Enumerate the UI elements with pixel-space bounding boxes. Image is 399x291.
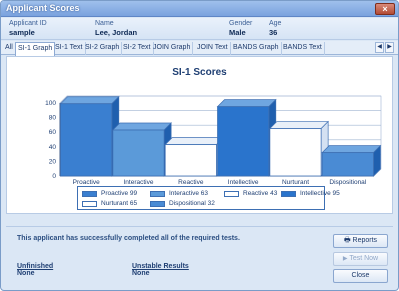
tab-join-graph[interactable]: JOIN Graph xyxy=(151,42,194,55)
bar-top xyxy=(321,145,382,153)
legend-entry: Reactive 43 xyxy=(243,190,278,197)
bar xyxy=(217,106,270,177)
x-tick-label: Dispositional xyxy=(329,179,366,186)
tab-si2-graph[interactable]: SI-2 Graph xyxy=(83,42,123,55)
legend-swatch xyxy=(224,191,239,197)
window-title: Applicant Scores xyxy=(6,3,80,13)
tab-si1-graph[interactable]: SI-1 Graph xyxy=(15,42,56,56)
age-label: Age xyxy=(269,20,282,27)
x-tick-label: Proactive xyxy=(73,179,100,186)
x-tick-label: Reactive xyxy=(178,179,204,186)
y-tick-label: 80 xyxy=(49,115,57,122)
close-button[interactable]: Close xyxy=(333,269,388,283)
bar-top xyxy=(112,122,172,131)
tab-scroll-left-icon[interactable]: ◀ xyxy=(375,42,384,53)
unfinished-block: Unfinished None xyxy=(17,263,53,277)
applicant-id-label: Applicant ID xyxy=(9,20,47,27)
gender-block: Gender Male xyxy=(229,20,252,37)
applicant-info-row: Applicant ID sample Name Lee, Jordan Gen… xyxy=(1,18,398,40)
tab-strip: All SI-1 Graph SI-1 Text SI-2 Graph SI-2… xyxy=(1,41,398,56)
printer-icon: 🖶 xyxy=(343,237,351,244)
legend-entry: Dispositional 32 xyxy=(169,200,215,207)
unfinished-label[interactable]: Unfinished xyxy=(17,263,53,270)
divider xyxy=(6,226,393,227)
y-tick-label: 0 xyxy=(52,173,56,180)
x-tick-label: Intellective xyxy=(228,179,259,186)
bar-top xyxy=(216,99,277,108)
chart-legend: Proactive 99 Interactive 63 Reactive 43 Int… xyxy=(77,186,340,210)
name-block: Name Lee, Jordan xyxy=(95,20,137,37)
legend-swatch xyxy=(150,201,165,207)
tab-bands-text[interactable]: BANDS Text xyxy=(281,42,325,55)
legend-swatch xyxy=(82,201,97,207)
legend-entry: Nurturant 65 xyxy=(101,200,138,207)
reports-button-label: Reports xyxy=(352,237,378,244)
unstable-results-label[interactable]: Unstable Results xyxy=(132,263,189,270)
applicant-id-block: Applicant ID sample xyxy=(9,20,47,37)
legend-entry: Intellective 95 xyxy=(300,190,340,197)
applicant-id-value: sample xyxy=(9,28,35,37)
name-label: Name xyxy=(95,20,114,27)
close-window-button[interactable]: × xyxy=(375,3,395,15)
reports-button[interactable]: 🖶 Reports xyxy=(333,234,388,248)
legend-swatch xyxy=(281,191,296,197)
y-tick-label: 100 xyxy=(45,100,56,107)
bar xyxy=(112,129,165,177)
chart-panel: SI-1 Scores 0 20 40 60 80 100 Proactive Interac… xyxy=(6,56,393,214)
title-bar[interactable]: Applicant Scores × xyxy=(1,1,398,17)
bar xyxy=(60,103,113,177)
completion-message: This applicant has successfully complete… xyxy=(17,235,240,242)
age-value: 36 xyxy=(269,28,278,37)
unfinished-value: None xyxy=(17,270,35,277)
y-tick-label: 60 xyxy=(49,129,57,136)
bar-top xyxy=(59,96,120,105)
test-now-button-label: Test Now xyxy=(349,255,379,262)
tab-bands-graph[interactable]: BANDS Graph xyxy=(231,42,282,55)
tab-all[interactable]: All xyxy=(3,42,16,55)
tab-si1-text[interactable]: SI-1 Text xyxy=(53,42,86,55)
bar xyxy=(321,152,374,177)
x-tick-label: Interactive xyxy=(124,179,154,186)
legend-swatch xyxy=(150,191,165,197)
age-block: Age 36 xyxy=(269,20,281,37)
y-tick-label: 20 xyxy=(49,158,57,165)
test-now-button[interactable]: ▶ Test Now xyxy=(333,252,388,266)
bar xyxy=(164,144,217,177)
tab-join-text[interactable]: JOIN Text xyxy=(195,42,231,55)
y-tick-label: 40 xyxy=(49,144,57,151)
legend-swatch xyxy=(82,191,97,197)
gender-label: Gender xyxy=(229,20,253,27)
bar-top xyxy=(269,121,329,129)
legend-entry: Interactive 63 xyxy=(169,190,209,197)
test-now-icon: ▶ xyxy=(342,256,348,262)
unstable-results-value: None xyxy=(132,270,150,277)
name-value: Lee, Jordan xyxy=(95,28,138,37)
gender-value: Male xyxy=(229,28,246,37)
tab-scroll-right-icon[interactable]: ▶ xyxy=(385,42,394,53)
applicant-scores-window: Applicant Scores × Applicant ID sample N… xyxy=(0,0,399,291)
legend-entry: Proactive 99 xyxy=(101,190,138,197)
bar xyxy=(269,128,322,177)
bar-top xyxy=(164,137,225,145)
unstable-block: Unstable Results None xyxy=(132,263,189,277)
x-tick-label: Nurturant xyxy=(282,179,309,186)
tab-si2-text[interactable]: SI-2 Text xyxy=(121,42,154,55)
